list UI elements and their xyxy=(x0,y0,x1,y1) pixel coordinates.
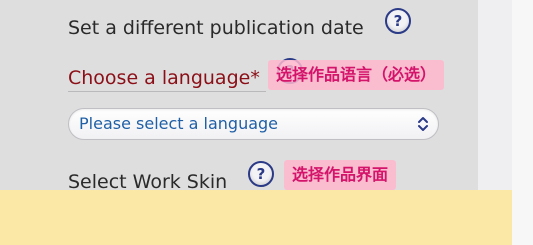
publication-date-label: Set a different publication date xyxy=(68,17,364,39)
work-skin-help-icon[interactable]: ? xyxy=(248,161,274,187)
work-skin-annotation: 选择作品界面 xyxy=(284,160,397,190)
language-annotation: 选择作品语言（必选） xyxy=(268,60,445,90)
bottom-overlay-strip xyxy=(0,190,512,245)
language-label: Choose a language* xyxy=(68,67,260,89)
language-select[interactable]: Please select a language xyxy=(68,108,439,140)
screen: Set a different publication date ? ? Cho… xyxy=(0,0,533,245)
page-right-margin xyxy=(512,0,533,245)
publication-date-help-icon[interactable]: ? xyxy=(385,8,411,34)
language-select-value: Please select a language xyxy=(79,114,279,133)
language-label-underline xyxy=(68,91,266,92)
chevron-up-down-icon xyxy=(418,117,428,131)
